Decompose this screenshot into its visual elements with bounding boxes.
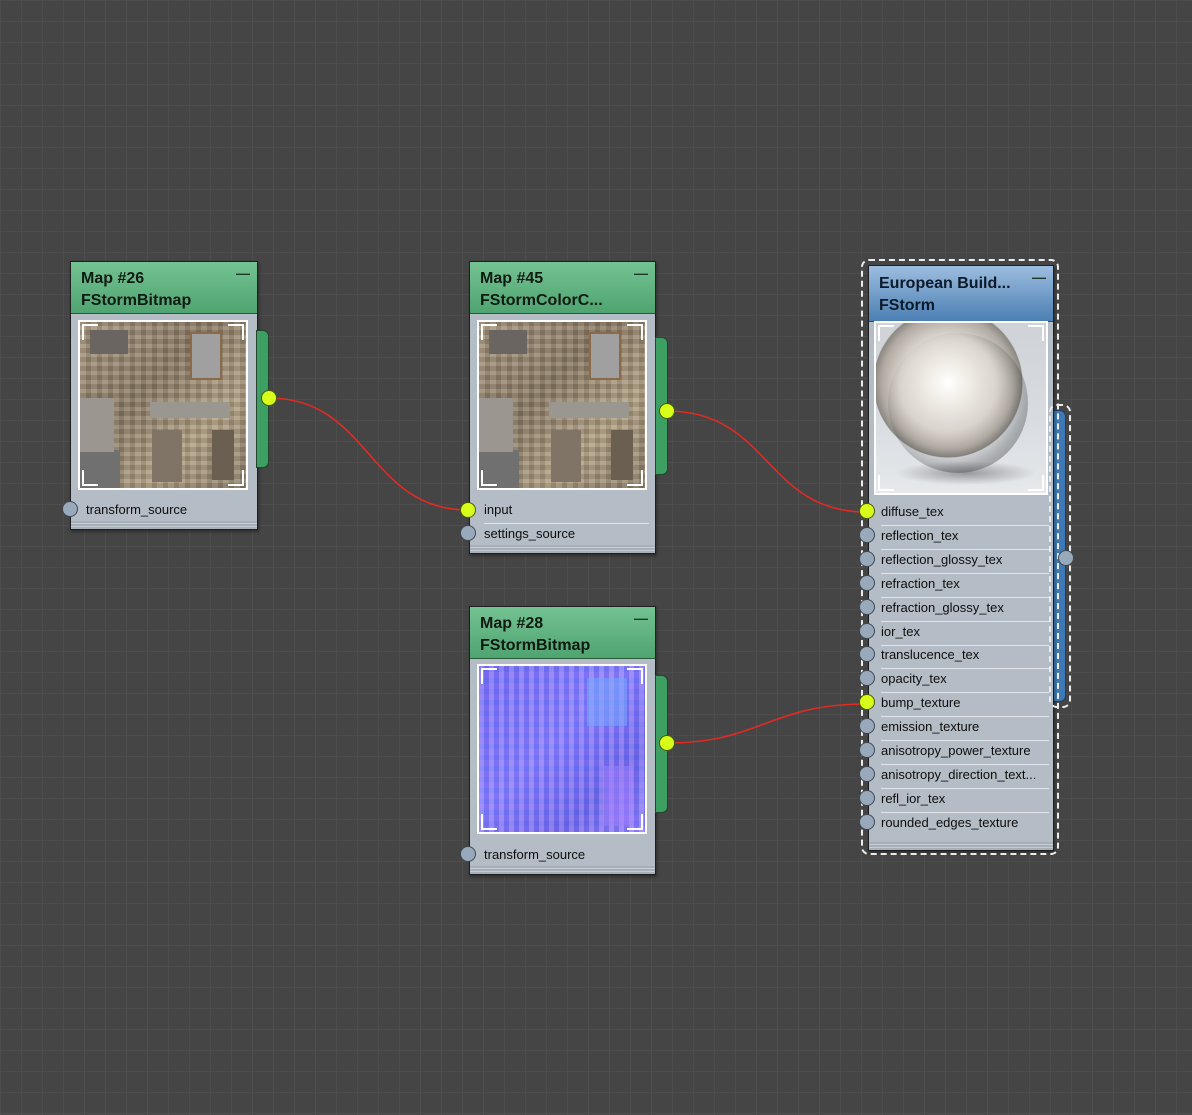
node-material-footer <box>869 842 1053 850</box>
node-material-slot-port-refl-ior-tex[interactable] <box>859 790 875 806</box>
minimize-icon[interactable]: — <box>236 266 250 280</box>
node-map28-output-port[interactable] <box>659 735 675 751</box>
node-material-output-port[interactable] <box>1058 550 1074 566</box>
node-material-slot-diffuse-tex[interactable]: diffuse_tex <box>881 501 1049 526</box>
node-material-subtitle: FStorm <box>879 297 935 314</box>
node-map26-subtitle: FStormBitmap <box>81 292 192 309</box>
node-map45-thumbnail <box>477 320 647 490</box>
node-map26[interactable]: Map #26 FStormBitmap — transform_source <box>70 261 258 530</box>
node-map45-input-port[interactable] <box>460 502 476 518</box>
node-material-slot-refl-ior-tex[interactable]: refl_ior_tex <box>881 788 1049 813</box>
node-map28-header[interactable]: Map #28 FStormBitmap — <box>470 607 655 659</box>
node-map28-footer <box>470 866 655 874</box>
node-material-slot-port-anisotropy-direction-text[interactable] <box>859 766 875 782</box>
wire-map26-to-map45-input <box>268 397 469 511</box>
minimize-icon[interactable]: — <box>634 611 648 625</box>
node-map26-slot-transform-source[interactable]: transform_source <box>86 499 246 523</box>
node-map45-slot-input[interactable]: input <box>484 499 649 524</box>
node-map26-transform-source-port[interactable] <box>62 501 78 517</box>
node-material-slot-emission-texture[interactable]: emission_texture <box>881 716 1049 741</box>
node-map28-slot-transform-source[interactable]: transform_source <box>484 844 649 868</box>
node-material-thumbnail <box>874 321 1048 495</box>
node-map26-footer <box>71 521 257 529</box>
node-material-slot-opacity-tex[interactable]: opacity_tex <box>881 668 1049 693</box>
node-material-header[interactable]: European Build... FStorm — <box>869 266 1053 322</box>
node-map26-header[interactable]: Map #26 FStormBitmap — <box>71 262 257 314</box>
minimize-icon[interactable]: — <box>1032 270 1046 284</box>
node-map28-title: Map #28 <box>480 615 544 632</box>
node-material-slot-refraction-tex[interactable]: refraction_tex <box>881 573 1049 598</box>
node-map45-slot-settings-source[interactable]: settings_source <box>484 523 649 547</box>
node-material-slot-port-anisotropy-power-texture[interactable] <box>859 742 875 758</box>
node-material-slot-anisotropy-power-texture[interactable]: anisotropy_power_texture <box>881 740 1049 765</box>
node-material-slot-port-rounded-edges-texture[interactable] <box>859 814 875 830</box>
node-map45-subtitle: FStormColorC... <box>480 292 603 309</box>
node-material[interactable]: European Build... FStorm — diffuse_tex re… <box>868 265 1054 851</box>
node-material-slot-port-refraction-glossy-tex[interactable] <box>859 599 875 615</box>
node-material-slot-port-ior-tex[interactable] <box>859 623 875 639</box>
node-material-slot-bump-texture[interactable]: bump_texture <box>881 692 1049 717</box>
node-material-slot-port-opacity-tex[interactable] <box>859 670 875 686</box>
node-map45-footer <box>470 545 655 553</box>
node-map28-thumbnail <box>477 664 647 834</box>
minimize-icon[interactable]: — <box>634 266 648 280</box>
node-map45-settings-source-port[interactable] <box>460 525 476 541</box>
node-map28-transform-source-port[interactable] <box>460 846 476 862</box>
node-map28[interactable]: Map #28 FStormBitmap — transform_source <box>469 606 656 875</box>
node-material-slot-reflection-glossy-tex[interactable]: reflection_glossy_tex <box>881 549 1049 574</box>
node-material-slot-translucence-tex[interactable]: translucence_tex <box>881 644 1049 669</box>
node-map45[interactable]: Map #45 FStormColorC... — input settings… <box>469 261 656 554</box>
node-material-title: European Build... <box>879 275 1011 292</box>
wire-map28-to-bump <box>666 703 867 744</box>
node-material-slot-port-reflection-glossy-tex[interactable] <box>859 551 875 567</box>
node-material-slot-port-diffuse-tex[interactable] <box>859 503 875 519</box>
node-material-slot-reflection-tex[interactable]: reflection_tex <box>881 525 1049 550</box>
node-map26-title: Map #26 <box>81 270 145 287</box>
wire-map45-to-diffuse <box>666 410 867 513</box>
node-material-slot-port-bump-texture[interactable] <box>859 694 875 710</box>
node-map45-output-port[interactable] <box>659 403 675 419</box>
node-material-slot-port-refraction-tex[interactable] <box>859 575 875 591</box>
node-material-slot-anisotropy-direction-text[interactable]: anisotropy_direction_text... <box>881 764 1049 789</box>
node-material-slot-port-translucence-tex[interactable] <box>859 646 875 662</box>
node-material-slot-port-emission-texture[interactable] <box>859 718 875 734</box>
node-material-slot-port-reflection-tex[interactable] <box>859 527 875 543</box>
node-map26-thumbnail <box>78 320 248 490</box>
node-map28-subtitle: FStormBitmap <box>480 637 591 654</box>
node-material-slot-refraction-glossy-tex[interactable]: refraction_glossy_tex <box>881 597 1049 622</box>
node-material-slot-rounded-edges-texture[interactable]: rounded_edges_texture <box>881 812 1049 836</box>
node-map45-title: Map #45 <box>480 270 544 287</box>
node-map26-output-port[interactable] <box>261 390 277 406</box>
node-material-slot-ior-tex[interactable]: ior_tex <box>881 621 1049 646</box>
node-map45-header[interactable]: Map #45 FStormColorC... — <box>470 262 655 314</box>
